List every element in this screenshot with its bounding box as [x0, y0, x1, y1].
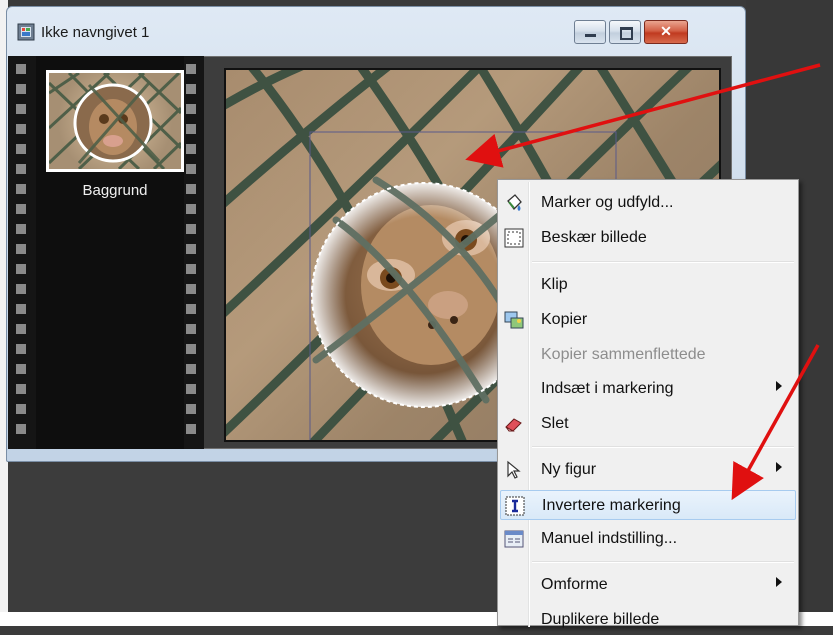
submenu-arrow-icon [776, 577, 782, 587]
maximize-button[interactable] [609, 20, 641, 44]
invert-selection-icon [505, 496, 525, 516]
copy-picture-icon [504, 310, 524, 330]
menu-label: Omforme [541, 576, 608, 593]
dialog-window-icon [504, 529, 524, 549]
menu-item-kopier-sammenflettede[interactable]: Kopier sammenflettede [500, 340, 796, 370]
layer-thumbnail[interactable] [46, 70, 184, 172]
layer-name-label: Baggrund [82, 182, 148, 199]
menu-item-marker-og-udfyld[interactable]: Marker og udfyld... [500, 188, 796, 218]
menu-separator [532, 261, 794, 263]
menu-label: Slet [541, 415, 569, 432]
menu-label: Duplikere billede [541, 611, 660, 628]
menu-label: Ny figur [541, 461, 597, 478]
menu-item-ny-figur[interactable]: Ny figur [500, 455, 796, 485]
menu-label: Klip [541, 276, 568, 293]
menu-label: Kopier sammenflettede [541, 346, 706, 363]
menu-item-beskaer-billede[interactable]: Beskær billede [500, 223, 796, 253]
close-button[interactable] [644, 20, 688, 44]
menu-separator [532, 561, 794, 563]
menu-item-duplikere-billede[interactable]: Duplikere billede [500, 605, 796, 635]
menu-label: Invertere markering [542, 497, 681, 514]
menu-item-manuel-indstilling[interactable]: Manuel indstilling... [500, 524, 796, 554]
menu-item-omforme[interactable]: Omforme [500, 570, 796, 600]
menu-label: Kopier [541, 311, 588, 328]
crop-icon [504, 228, 524, 248]
bucket-fill-icon [504, 193, 524, 213]
window-title: Ikke navngivet 1 [41, 24, 150, 41]
film-perforations-left [16, 64, 26, 444]
menu-separator [532, 446, 794, 448]
menu-item-slet[interactable]: Slet [500, 409, 796, 439]
menu-item-indsaet-i-markering[interactable]: Indsæt i markering [500, 374, 796, 404]
minimize-button[interactable] [574, 20, 606, 44]
cursor-arrow-icon [504, 460, 524, 480]
menu-item-invertere-markering[interactable]: Invertere markering [500, 490, 796, 520]
submenu-arrow-icon [776, 381, 782, 391]
menu-item-klip[interactable]: Klip [500, 270, 796, 300]
menu-label: Indsæt i markering [541, 380, 674, 397]
menu-label: Beskær billede [541, 229, 647, 246]
context-menu[interactable]: Marker og udfyld... Beskær billede Klip … [497, 179, 799, 628]
menu-item-kopier[interactable]: Kopier [500, 305, 796, 335]
submenu-arrow-icon [776, 462, 782, 472]
menu-label: Marker og udfyld... [541, 194, 674, 211]
film-icon [17, 23, 35, 41]
menu-label: Manuel indstilling... [541, 530, 678, 547]
eraser-icon [504, 414, 524, 434]
film-perforations-right [186, 64, 196, 444]
